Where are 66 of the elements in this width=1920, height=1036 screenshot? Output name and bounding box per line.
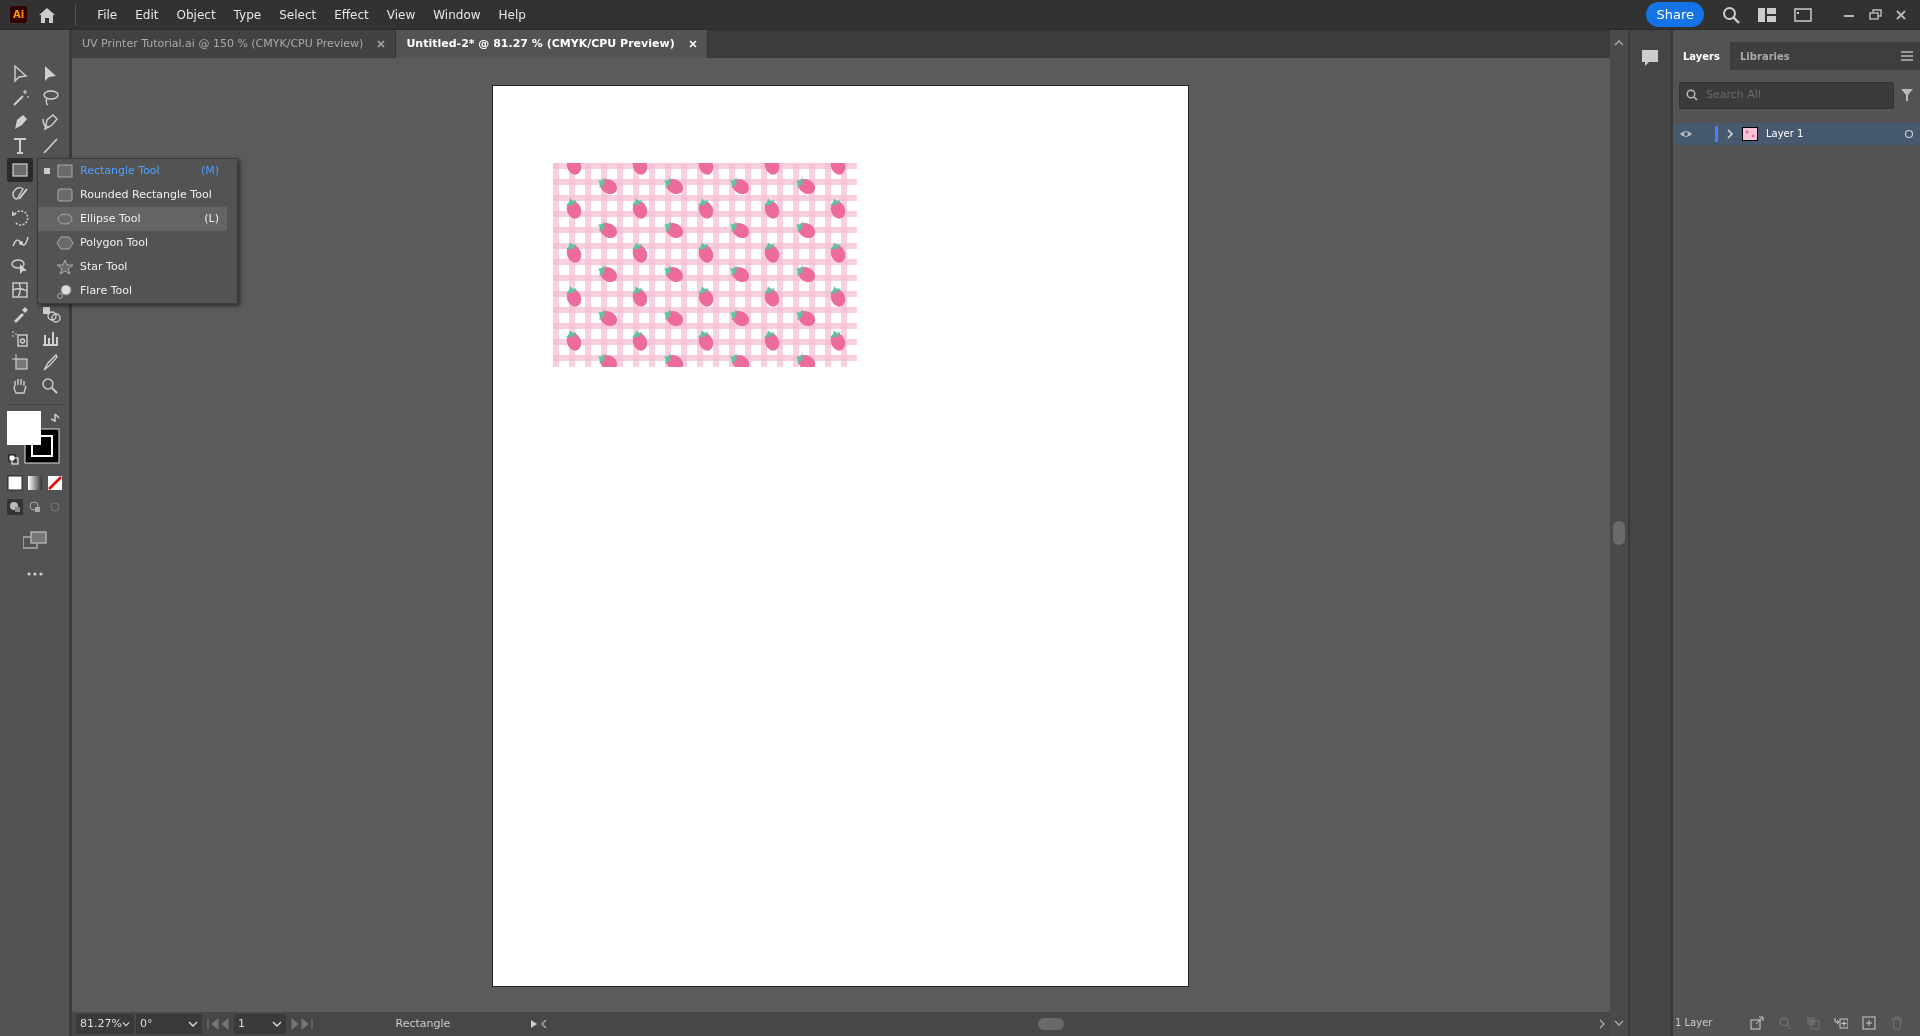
scrollbar-thumb[interactable] xyxy=(1038,1018,1064,1030)
zoom-field[interactable]: 81.27% xyxy=(76,1014,134,1034)
layer-count: 1 Layer xyxy=(1675,1016,1713,1030)
workspace-layout-icon[interactable] xyxy=(1758,7,1776,22)
rectangle-icon xyxy=(56,163,74,179)
menu-item[interactable]: View xyxy=(379,3,423,26)
target-circle-icon[interactable] xyxy=(1904,128,1914,139)
rounded-rectangle-icon xyxy=(56,187,74,203)
chevron-right-icon[interactable] xyxy=(1726,128,1734,139)
layer-thumbnail-icon xyxy=(1742,126,1758,141)
eye-icon[interactable] xyxy=(1679,128,1693,139)
chevron-down-icon xyxy=(188,1021,198,1027)
fill-stroke-swatches-icon[interactable] xyxy=(6,411,63,467)
search-icon[interactable] xyxy=(1722,5,1740,24)
more-tools-icon[interactable] xyxy=(25,571,44,577)
scroll-down-icon[interactable] xyxy=(1614,1020,1624,1026)
menu-item[interactable]: Rounded Rectangle Tool xyxy=(38,183,227,207)
panel-tab[interactable]: Layers xyxy=(1673,42,1730,70)
comment-icon[interactable] xyxy=(1640,48,1660,68)
panel-tab[interactable]: Libraries xyxy=(1730,42,1800,70)
hexagon-icon xyxy=(56,235,74,251)
menu-item[interactable]: Select xyxy=(272,3,324,26)
filter-icon[interactable] xyxy=(1900,88,1914,103)
menu-icon[interactable] xyxy=(1900,50,1914,62)
panel-window-icon[interactable] xyxy=(1794,7,1812,22)
close-icon[interactable] xyxy=(377,40,386,48)
export-icon[interactable] xyxy=(1750,1015,1765,1030)
artboard-field[interactable]: 1 xyxy=(234,1014,286,1034)
menu-item[interactable]: Polygon Tool xyxy=(38,231,227,255)
screen-mode-icon[interactable] xyxy=(22,531,47,549)
new-sublayer-icon[interactable] xyxy=(1834,1015,1849,1030)
rotation-field[interactable]: 0° xyxy=(136,1014,202,1034)
menu-item[interactable]: Window xyxy=(426,3,488,26)
color-mode-icon[interactable] xyxy=(6,475,23,491)
app-logo: Ai xyxy=(10,6,28,23)
scroll-right-icon[interactable] xyxy=(1598,1019,1606,1029)
menu-item[interactable]: Object xyxy=(169,3,223,26)
chevron-down-icon xyxy=(272,1021,282,1027)
menu-item[interactable]: Flare Tool xyxy=(38,279,227,303)
play-icon[interactable] xyxy=(530,1019,538,1029)
none-mode-icon[interactable] xyxy=(46,475,63,491)
gradient-mode-icon[interactable] xyxy=(26,475,43,491)
menu-item[interactable]: Star Tool xyxy=(38,255,227,279)
scroll-left-icon[interactable] xyxy=(540,1019,548,1029)
menu-item[interactable]: Ellipse Tool (L) xyxy=(38,207,227,231)
star-icon xyxy=(56,259,74,275)
menu-item[interactable]: Help xyxy=(491,3,533,26)
scrollbar-thumb[interactable] xyxy=(1613,521,1625,545)
draw-normal-icon[interactable] xyxy=(6,499,23,515)
menu-item[interactable]: Edit xyxy=(128,3,166,26)
layer-row[interactable]: Layer 1 xyxy=(1673,122,1920,145)
menu-item[interactable]: Type xyxy=(226,3,269,26)
clipping-mask-icon[interactable] xyxy=(1806,1015,1821,1030)
document-tab[interactable]: Untitled-2* @ 81.27 % (CMYK/CPU Preview) xyxy=(396,30,708,58)
scroll-up-icon[interactable] xyxy=(1614,40,1624,46)
chevron-down-icon xyxy=(121,1021,130,1027)
new-layer-icon[interactable] xyxy=(1862,1015,1877,1030)
menu-item[interactable]: File xyxy=(90,3,125,26)
document-tab[interactable]: UV Printer Tutorial.ai @ 150 % (CMYK/CPU Preview) xyxy=(72,30,397,58)
share-button[interactable]: Share xyxy=(1646,1,1704,28)
flare-icon xyxy=(56,283,74,299)
draw-behind-icon[interactable] xyxy=(26,499,43,515)
layer-name: Layer 1 xyxy=(1766,127,1805,141)
current-tool-label: Rectangle xyxy=(394,1015,452,1032)
menu-item[interactable]: Effect xyxy=(327,3,376,26)
ellipse-icon xyxy=(56,211,74,227)
